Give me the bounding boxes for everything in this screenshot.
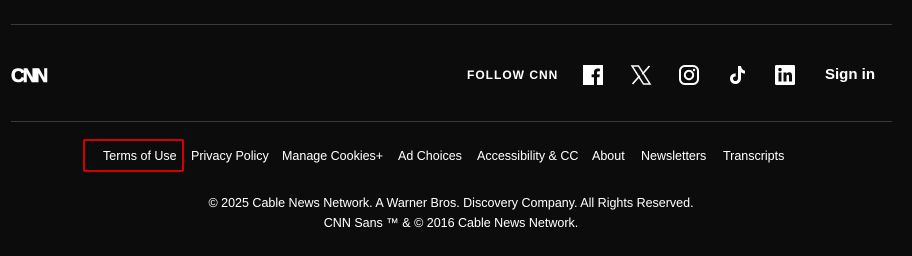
cnn-logo-text: CNN	[11, 66, 49, 87]
accessibility-link[interactable]: Accessibility & CC	[477, 149, 578, 163]
newsletters-link[interactable]: Newsletters	[641, 149, 706, 163]
about-link[interactable]: About	[592, 149, 625, 163]
ad-choices-link[interactable]: Ad Choices	[398, 149, 462, 163]
x-icon	[630, 64, 652, 86]
linkedin-icon	[774, 64, 796, 86]
instagram-link[interactable]	[678, 64, 700, 86]
tiktok-link[interactable]	[726, 64, 748, 86]
font-notice-text: CNN Sans ™ & © 2016 Cable News Network.	[323, 216, 579, 230]
privacy-policy-link[interactable]: Privacy Policy	[191, 149, 269, 163]
footer-mid-divider	[11, 121, 892, 122]
tiktok-icon	[726, 64, 748, 86]
transcripts-link[interactable]: Transcripts	[723, 149, 784, 163]
sign-in-link[interactable]: Sign in	[825, 66, 875, 83]
facebook-icon	[582, 64, 604, 86]
manage-cookies-link[interactable]: Manage Cookies+	[282, 149, 383, 163]
linkedin-link[interactable]	[774, 64, 796, 86]
cnn-logo[interactable]: CNN	[11, 66, 49, 87]
x-link[interactable]	[630, 64, 652, 86]
follow-label: FOLLOW CNN	[467, 68, 559, 82]
footer-top-divider	[11, 24, 892, 25]
instagram-icon	[678, 64, 700, 86]
terms-of-use-link[interactable]: Terms of Use	[103, 149, 177, 163]
footer-links: Terms of Use Privacy Policy Manage Cooki…	[0, 149, 912, 165]
facebook-link[interactable]	[582, 64, 604, 86]
copyright-text: © 2025 Cable News Network. A Warner Bros…	[208, 196, 694, 210]
